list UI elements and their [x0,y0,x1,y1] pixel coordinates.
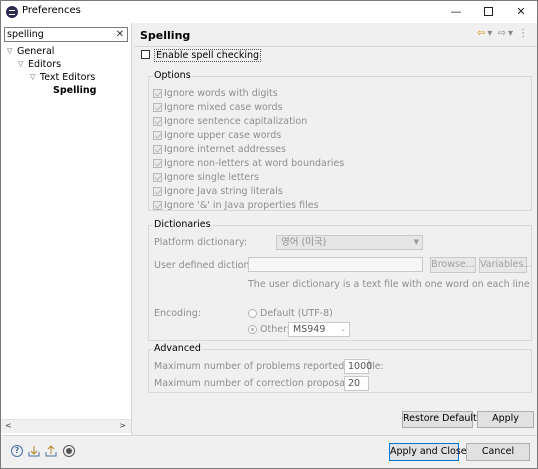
advanced-group: Advanced Maximum number of problems repo… [148,343,532,393]
tree-item-text-editors[interactable]: ▽ Text Editors [28,71,128,84]
encoding-default-label: Default (UTF-8) [260,308,333,319]
variables-button[interactable]: Variables... [479,257,532,273]
checkbox[interactable] [153,159,162,168]
max-proposals-label: Maximum number of correction proposals: [154,378,356,389]
platform-dictionary-label: Platform dictionary: [154,237,248,248]
forward-menu-icon[interactable]: ▾ [508,28,513,39]
back-arrow-icon[interactable]: ⇦ [477,28,485,39]
apply-button[interactable]: Apply [477,411,534,428]
preferences-tree-pane: ✕ ▽ General ▽ Editors ▽ Text Editors Spe… [1,23,132,435]
tree-item-label: Text Editors [40,72,96,83]
checkbox[interactable] [153,117,162,126]
enable-spell-checking-label[interactable]: Enable spell checking [154,49,262,62]
maximize-icon [483,6,493,16]
checkbox[interactable] [153,131,162,140]
preference-page: Spelling ⇦ ▾ ⇨ ▾ ⋮ Enable spell checking O… [134,23,537,435]
horizontal-scrollbar[interactable]: < > [1,419,131,433]
option-label: Ignore non-letters at word boundaries [164,158,345,169]
advanced-group-title: Advanced [153,343,202,354]
encoding-other-radio[interactable] [248,325,257,334]
platform-dictionary-value: 영어 (미국) [281,237,327,248]
checkbox[interactable] [153,187,162,196]
forward-arrow-icon[interactable]: ⇨ [498,28,506,39]
preferences-window: Preferences — ✕ ✕ ▽ General ▽ Editors ▽ … [0,0,538,469]
minimize-button[interactable]: — [441,1,471,23]
window-title: Preferences [22,5,81,16]
options-group: Options Ignore words with digits Ignore … [148,70,532,211]
back-menu-icon[interactable]: ▾ [487,28,492,39]
checkbox[interactable] [153,145,162,154]
option-label: Ignore sentence capitalization [164,116,308,127]
max-proposals-field[interactable]: 20 [344,376,369,391]
filter-box: ✕ [4,27,128,42]
import-icon[interactable] [28,445,40,457]
close-button[interactable]: ✕ [506,1,536,23]
tree-item-spelling[interactable]: Spelling [41,84,127,97]
clear-filter-icon[interactable]: ✕ [116,28,124,41]
maximize-button[interactable] [473,1,503,23]
user-dictionary-field[interactable] [248,257,423,272]
navigation-toolbar: ⇦ ▾ ⇨ ▾ ⋮ [477,28,530,39]
encoding-other-value: MS949 [293,324,326,335]
encoding-other-label: Other: [260,324,291,335]
filter-input[interactable] [7,28,111,41]
tree-item-label: Editors [28,59,62,70]
expand-arrow-icon[interactable]: ▽ [30,71,38,84]
chevron-down-icon: ⌄ [340,325,346,333]
user-dictionary-hint: The user dictionary is a text file with … [248,279,530,290]
dictionaries-group: Dictionaries Platform dictionary: 영어 (미국… [148,219,532,341]
options-group-title: Options [153,70,192,81]
encoding-other-select[interactable]: MS949 ⌄ [288,322,350,337]
option-label: Ignore words with digits [164,88,278,99]
tree-item-general[interactable]: ▽ General [5,45,125,58]
tree-item-label: Spelling [53,85,97,96]
enable-spell-checking-checkbox[interactable] [141,50,150,59]
encoding-default-radio[interactable] [248,309,257,318]
option-label: Ignore single letters [164,172,260,183]
cancel-button[interactable]: Cancel [466,443,530,461]
option-label: Ignore '&' in Java properties files [164,200,319,211]
oomph-record-icon[interactable] [63,445,75,457]
platform-dictionary-select[interactable]: 영어 (미국) ▼ [276,235,423,250]
checkbox[interactable] [153,103,162,112]
dialog-button-bar: ? Apply and Close Cancel [1,435,537,469]
checkbox[interactable] [153,201,162,210]
option-label: Ignore mixed case words [164,102,283,113]
expand-arrow-icon[interactable]: ▽ [7,45,15,58]
apply-and-close-button[interactable]: Apply and Close [389,443,467,461]
tree-item-label: General [17,46,55,57]
scroll-right-icon[interactable]: > [119,421,126,430]
page-title: Spelling [140,29,191,42]
option-label: Ignore Java string literals [164,186,283,197]
checkbox[interactable] [153,89,162,98]
title-separator [134,46,537,47]
title-bar: Preferences — ✕ [1,1,537,23]
max-problems-field[interactable]: 1000 [344,359,372,374]
encoding-label: Encoding: [154,308,201,319]
option-label: Ignore upper case words [164,130,282,141]
view-menu-icon[interactable]: ⋮ [518,28,528,39]
restore-defaults-button[interactable]: Restore Defaults [402,411,482,428]
help-icon[interactable]: ? [11,445,23,457]
option-label: Ignore internet addresses [164,144,286,155]
tree-item-editors[interactable]: ▽ Editors [16,58,126,71]
dictionaries-group-title: Dictionaries [153,219,212,230]
chevron-down-icon: ▼ [413,238,419,246]
checkbox[interactable] [153,173,162,182]
browse-button[interactable]: Browse... [430,257,476,273]
scroll-left-icon[interactable]: < [5,421,12,430]
export-icon[interactable] [45,445,57,457]
eclipse-app-icon [6,6,18,18]
expand-arrow-icon[interactable]: ▽ [18,58,26,71]
